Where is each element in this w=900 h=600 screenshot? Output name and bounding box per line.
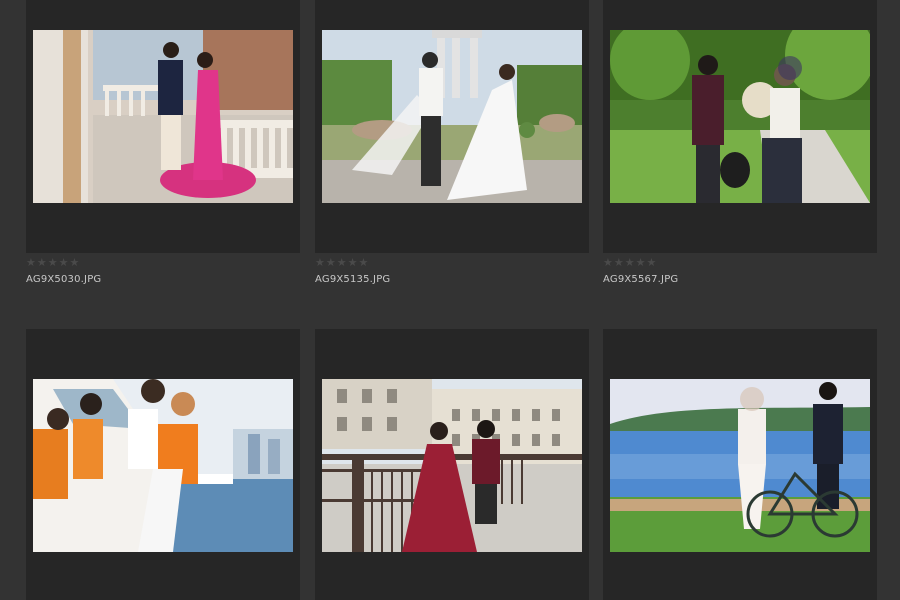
rating-stars[interactable]: ★ ★ ★ ★ ★	[26, 257, 79, 269]
thumbnail-card[interactable]	[603, 0, 877, 253]
photo-lakeside-bicycle	[610, 379, 870, 552]
star-icon[interactable]: ★	[625, 257, 635, 269]
thumbnail-photo[interactable]	[322, 379, 582, 552]
thumbnail-card[interactable]	[26, 0, 300, 253]
thumbnail-card[interactable]	[315, 0, 589, 253]
rating-stars[interactable]: ★ ★ ★ ★ ★	[315, 257, 368, 269]
rating-stars[interactable]: ★ ★ ★ ★ ★	[603, 257, 656, 269]
star-icon[interactable]: ★	[337, 257, 347, 269]
thumbnail-card[interactable]	[603, 329, 877, 600]
thumbnail-card[interactable]	[26, 329, 300, 600]
photo-orange-jackets-yacht	[33, 379, 293, 552]
thumbnail-photo[interactable]	[322, 30, 582, 203]
star-icon[interactable]: ★	[315, 257, 325, 269]
photo-park-path-couple	[610, 30, 870, 203]
thumbnail-card[interactable]	[315, 329, 589, 600]
star-icon[interactable]: ★	[647, 257, 657, 269]
star-icon[interactable]: ★	[348, 257, 358, 269]
star-icon[interactable]: ★	[59, 257, 69, 269]
star-icon[interactable]: ★	[636, 257, 646, 269]
thumbnail-filename: AG9X5567.JPG	[603, 274, 679, 285]
star-icon[interactable]: ★	[359, 257, 369, 269]
star-icon[interactable]: ★	[48, 257, 58, 269]
thumbnail-photo[interactable]	[33, 379, 293, 552]
thumbnail-photo[interactable]	[610, 30, 870, 203]
star-icon[interactable]: ★	[603, 257, 613, 269]
thumbnail-grid: ★ ★ ★ ★ ★ AG9X5030.JPG ★ ★ ★ ★ ★ AG9X513…	[0, 0, 900, 600]
star-icon[interactable]: ★	[326, 257, 336, 269]
thumbnail-filename: AG9X5135.JPG	[315, 274, 391, 285]
thumbnail-photo[interactable]	[33, 30, 293, 203]
thumbnail-filename: AG9X5030.JPG	[26, 274, 102, 285]
star-icon[interactable]: ★	[614, 257, 624, 269]
thumbnail-photo[interactable]	[610, 379, 870, 552]
photo-white-dress-garden	[322, 30, 582, 203]
photo-red-gown-terrace	[322, 379, 582, 552]
star-icon[interactable]: ★	[26, 257, 36, 269]
star-icon[interactable]: ★	[70, 257, 80, 269]
star-icon[interactable]: ★	[37, 257, 47, 269]
photo-pink-gown-balcony	[33, 30, 293, 203]
